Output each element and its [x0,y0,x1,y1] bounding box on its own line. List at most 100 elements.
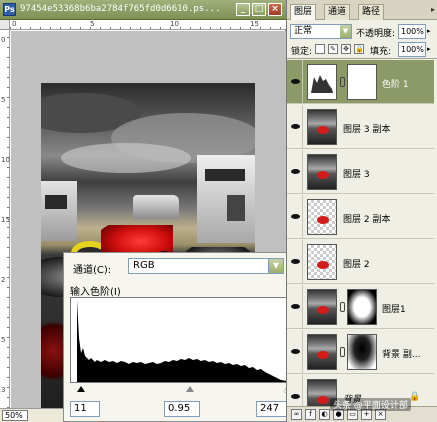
ruler-origin[interactable] [0,20,10,30]
ruler-mark: 5 [1,96,6,104]
ruler-mark: 5 [90,20,95,28]
visibility-toggle[interactable] [287,105,303,149]
tab-layers[interactable]: 图层 [290,4,317,20]
trailer-window [45,195,67,209]
layer-name[interactable]: 图层 2 [343,257,370,270]
ruler-mark: 5 [1,336,6,344]
trailer-left [41,181,77,241]
eye-icon [291,259,300,264]
lock-move-icon[interactable]: ✥ [341,44,351,54]
van [133,195,179,219]
layer-mask-thumbnail[interactable] [347,64,377,100]
opacity-field[interactable]: 100% [398,24,426,39]
panel-menu-icon[interactable]: ▸ [431,5,435,14]
lock-transparency-icon[interactable] [315,44,325,54]
chevron-down-icon[interactable]: ▼ [340,25,351,38]
visibility-toggle[interactable] [287,240,303,284]
layer-name[interactable]: 图层1 [382,302,406,315]
gamma-handle[interactable] [186,386,194,392]
ruler-mark: 3 [1,386,6,394]
histogram-graph [77,300,287,382]
layer-name[interactable]: 背景 副... [382,347,420,360]
vertical-ruler[interactable]: 0 5 10 15 2 5 3 [0,30,10,408]
chevron-down-icon[interactable]: ▼ [268,259,283,273]
layer-name[interactable]: 色阶 1 [382,77,409,90]
visibility-toggle[interactable] [287,285,303,329]
layer-name[interactable]: 图层 3 副本 [343,122,390,135]
layer-row[interactable]: 图层 3 副本 [287,105,434,149]
layer-thumbnail[interactable] [307,244,337,280]
input-black-field[interactable]: 11 [70,401,100,417]
layer-row[interactable]: 图层 2 副本 [287,195,434,239]
tab-paths[interactable]: 路径 [358,4,385,20]
layer-list: 色阶 1 图层 3 副本 图层 3 图层 2 副本 图层 2 图层1 背景 副.… [287,60,434,419]
layer-name[interactable]: 图层 3 [343,167,370,180]
channel-value: RGB [133,260,155,271]
visibility-toggle[interactable] [287,195,303,239]
add-mask-icon[interactable]: ◐ [319,409,330,420]
watermark: 头条 @平面设计部 [330,398,411,411]
link-icon[interactable] [340,347,345,357]
layer-thumbnail[interactable] [307,334,337,370]
link-icon[interactable] [340,302,345,312]
ruler-mark: 15 [1,216,10,224]
tab-channels[interactable]: 通道 [324,4,351,20]
layer-name[interactable]: 图层 2 副本 [343,212,390,225]
document-title: 97454e53368b6ba2784f765fd0d6610.ps... [20,4,221,14]
minimize-button[interactable]: _ [236,3,250,16]
layer-thumbnail[interactable] [307,154,337,190]
visibility-toggle[interactable] [287,150,303,194]
ruler-mark: 2 [1,276,6,284]
ruler-mark: 15 [250,20,259,28]
lock-all-icon[interactable]: 🔒 [354,44,364,54]
layer-thumbnail[interactable] [307,109,337,145]
document-title-bar[interactable]: Ps 97454e53368b6ba2784f765fd0d6610.ps...… [0,0,286,20]
link-layers-icon[interactable]: ∞ [291,409,302,420]
layer-mask-thumbnail[interactable] [347,334,377,370]
close-button[interactable]: × [268,3,282,16]
fill-label: 填充: [370,47,392,57]
eye-icon [291,394,300,399]
input-levels-slider[interactable] [70,384,294,394]
fill-field[interactable]: 100% [398,42,426,57]
blend-mode-value: 正常 [294,26,313,36]
layer-mask-thumbnail[interactable] [347,289,377,325]
layer-thumbnail[interactable] [307,289,337,325]
input-levels-label: 输入色阶(I) [70,287,121,298]
layer-row[interactable]: 图层 2 [287,240,434,284]
levels-dialog: 通道(C): RGB ▼ 输入色阶(I) 11 0.95 247 [63,252,301,422]
layer-row[interactable]: 图层1 [287,285,434,329]
layer-row[interactable]: 色阶 1 [287,60,434,104]
eye-icon [291,349,300,354]
eye-icon [291,214,300,219]
channel-select[interactable]: RGB ▼ [128,258,284,274]
eye-icon [291,79,300,84]
eye-icon [291,304,300,309]
layer-row[interactable]: 背景 副... [287,330,434,374]
horizontal-ruler[interactable]: 0 5 10 15 [10,20,286,30]
layers-panel: 图层 通道 路径 ▸ 正常 ▼ 不透明度: 100% ▸ 锁定: ✎ ✥ 🔒 填… [286,0,437,422]
ruler-mark: 0 [1,36,6,44]
layer-thumbnail[interactable] [307,199,337,235]
trailer-right [197,155,255,243]
black-point-handle[interactable] [77,386,85,392]
photoshop-doc-icon: Ps [3,3,16,16]
input-gamma-field[interactable]: 0.95 [164,401,200,417]
link-icon[interactable] [340,77,345,87]
lock-label: 锁定: [291,47,313,57]
lock-paint-icon[interactable]: ✎ [328,44,338,54]
visibility-toggle[interactable] [287,60,303,104]
fill-arrow-icon[interactable]: ▸ [427,45,431,53]
lock-row: 锁定: ✎ ✥ 🔒 填充: 100% ▸ [287,41,437,59]
opacity-label: 不透明度: [356,29,396,39]
layer-style-icon[interactable]: f [305,409,316,420]
maximize-button[interactable]: □ [252,3,266,16]
opacity-arrow-icon[interactable]: ▸ [427,27,431,35]
blend-row: 正常 ▼ 不透明度: 100% ▸ [287,21,437,41]
histogram [70,297,294,383]
blend-mode-select[interactable]: 正常 ▼ [290,24,352,39]
eye-icon [291,169,300,174]
visibility-toggle[interactable] [287,330,303,374]
zoom-level[interactable]: 50% [2,410,28,421]
layer-row[interactable]: 图层 3 [287,150,434,194]
